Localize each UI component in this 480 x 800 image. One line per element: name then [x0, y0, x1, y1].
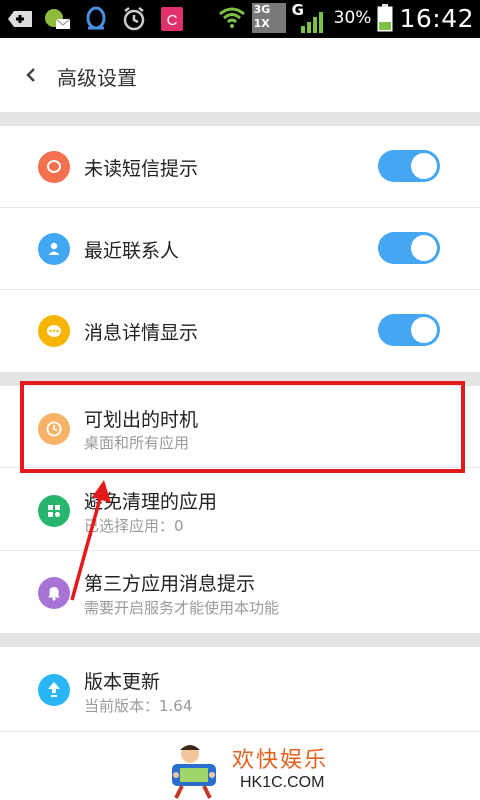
clock: 16:42: [399, 3, 474, 33]
person-icon: [38, 233, 70, 265]
message-detail-toggle[interactable]: [378, 314, 440, 346]
setting-version-update[interactable]: 版本更新 当前版本：1.64: [0, 647, 480, 732]
signal-bars-icon: [300, 12, 323, 33]
network-type-indicator: 3G 1X: [251, 3, 286, 33]
watermark-logo: 欢快娱乐 HK1C.COM: [160, 740, 330, 800]
watermark-cn: 欢快娱乐: [232, 748, 329, 773]
setting-cleanup-exempt[interactable]: 避免清理的应用 已选择应用：0: [0, 468, 480, 551]
setting-third-party-notify[interactable]: 第三方应用消息提示 需要开启服务才能使用本功能: [0, 551, 480, 633]
chat-bubble-icon: [38, 151, 70, 183]
gamer-mascot-icon: [172, 745, 216, 799]
setting-message-detail[interactable]: 消息详情显示: [0, 290, 480, 372]
page-title: 高级设置: [57, 66, 137, 90]
recent-contacts-toggle[interactable]: [378, 232, 440, 264]
app-c-icon: C: [158, 5, 186, 33]
setting-recent-contacts[interactable]: 最近联系人: [0, 208, 480, 290]
qq-notification-icon: [82, 5, 110, 33]
app-header: 高级设置: [0, 38, 480, 112]
setting-title: 未读短信提示: [84, 158, 199, 180]
alarm-icon: [120, 5, 148, 33]
chevron-left-icon: [26, 68, 35, 82]
battery-icon: [377, 4, 393, 32]
email-notification-icon: [44, 5, 72, 33]
system-status: 3G 1X G 30% 16:42: [218, 1, 474, 33]
unread-sms-toggle[interactable]: [378, 150, 440, 182]
signal-indicator: G: [292, 1, 328, 33]
add-notification-icon: [6, 5, 34, 33]
notification-icons: C: [6, 5, 186, 33]
setting-title: 避免清理的应用: [84, 491, 218, 513]
apps-grid-icon: [38, 495, 70, 527]
setting-title: 版本更新: [84, 671, 161, 693]
setting-title: 消息详情显示: [84, 322, 199, 344]
network-1x-label: 1X: [253, 17, 270, 30]
network-3g-label: 3G: [253, 3, 271, 16]
battery-percent: 30%: [333, 8, 372, 28]
setting-subtitle: 已选择应用：0: [84, 517, 184, 535]
setting-subtitle: 需要开启服务才能使用本功能: [84, 599, 280, 617]
wifi-icon: [218, 7, 245, 28]
highlight-box: [20, 381, 465, 473]
status-bar: C 3G 1X G 30% 16:42: [0, 0, 480, 38]
upload-arrow-icon: [38, 674, 70, 706]
watermark-en: HK1C.COM: [240, 774, 325, 791]
svg-text:C: C: [167, 12, 178, 29]
back-button[interactable]: [14, 58, 48, 92]
bell-icon: [38, 577, 70, 609]
message-dots-icon: [38, 315, 70, 347]
setting-title: 最近联系人: [84, 240, 180, 262]
setting-unread-sms[interactable]: 未读短信提示: [0, 126, 480, 208]
setting-title: 第三方应用消息提示: [84, 573, 256, 595]
section-divider: [0, 633, 480, 647]
section-divider: [0, 112, 480, 126]
setting-subtitle: 当前版本：1.64: [84, 697, 193, 715]
